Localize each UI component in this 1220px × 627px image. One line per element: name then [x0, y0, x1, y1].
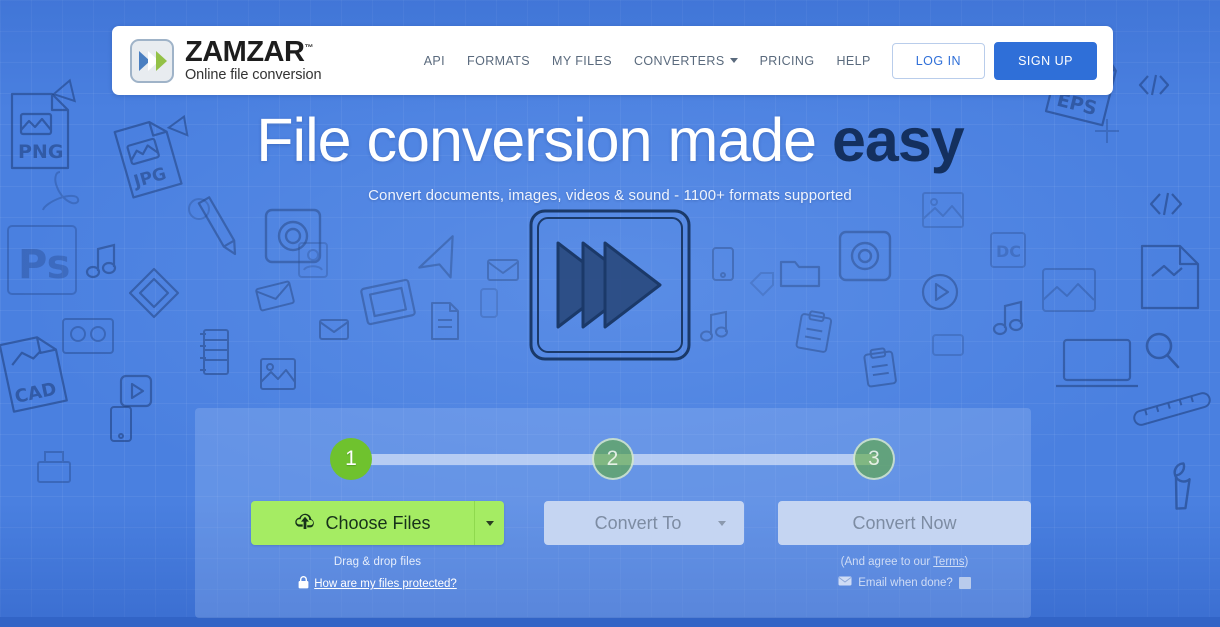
logo[interactable]: ZAMZAR™ Online file conversion — [130, 38, 322, 84]
terms-suffix: ) — [964, 556, 969, 568]
terms-prefix: (And agree to our — [840, 556, 934, 568]
nav-item-converters-label: CONVERTERS — [633, 53, 725, 68]
choose-files-button[interactable]: Choose Files — [251, 501, 474, 545]
hero-title-main: File conversion made — [256, 106, 832, 174]
sketch-play-triangles-icon — [525, 205, 695, 370]
convert-to-label: Convert To — [594, 512, 682, 533]
convert-now-column: Convert Now (And agree to our Terms) Ema… — [778, 501, 1031, 589]
nav-item-my-files[interactable]: MY FILES — [541, 46, 623, 76]
email-notify-checkbox[interactable] — [958, 576, 971, 589]
trademark-symbol: ™ — [304, 42, 314, 53]
hero-subtitle: Convert documents, images, videos & soun… — [368, 187, 852, 205]
choose-files-group: Choose Files — [251, 501, 504, 545]
convert-to-dropdown[interactable]: Convert To — [544, 501, 744, 545]
chevron-down-icon — [729, 57, 738, 63]
nav-item-formats[interactable]: FORMATS — [456, 46, 541, 76]
step-indicator-3[interactable]: 3 — [853, 438, 895, 480]
convert-to-column: Convert To — [544, 501, 744, 545]
convert-now-button[interactable]: Convert Now — [778, 501, 1031, 545]
login-button[interactable]: LOG IN — [891, 42, 986, 79]
email-notify-row: Email when done? — [838, 576, 971, 589]
page-title: File conversion made easy — [0, 106, 1220, 174]
caret-down-icon — [485, 520, 494, 526]
file-protection-row: How are my files protected? — [298, 576, 457, 592]
logo-wordmark-text: ZAMZAR — [185, 36, 305, 69]
logo-text: ZAMZAR™ Online file conversion — [185, 38, 322, 84]
converter-panel: 1 2 3 Choose Files Drag & drop files How… — [195, 408, 1031, 618]
hero-section: File conversion made easy Convert docume… — [0, 106, 1220, 204]
choose-files-column: Choose Files Drag & drop files How are m… — [226, 501, 529, 592]
lock-icon — [298, 576, 309, 592]
file-protection-link[interactable]: How are my files protected? — [314, 578, 457, 590]
nav-item-converters[interactable]: CONVERTERS — [623, 46, 749, 76]
main-navigation: API FORMATS MY FILES CONVERTERS PRICING … — [413, 41, 1097, 80]
step-indicator-2[interactable]: 2 — [591, 438, 634, 480]
choose-files-label: Choose Files — [325, 512, 431, 533]
nav-item-help[interactable]: HELP — [825, 46, 881, 76]
nav-item-api[interactable]: API — [413, 46, 456, 76]
envelope-icon — [838, 576, 852, 589]
signup-button[interactable]: SIGN UP — [994, 41, 1097, 80]
terms-link[interactable]: Terms — [933, 556, 964, 568]
step-indicator-1[interactable]: 1 — [330, 438, 372, 480]
drag-drop-hint: Drag & drop files — [333, 556, 422, 568]
converter-controls: Choose Files Drag & drop files How are m… — [195, 501, 1031, 592]
choose-files-dropdown-button[interactable] — [474, 501, 504, 545]
progress-steps: 1 2 3 — [330, 438, 895, 480]
terms-agreement: (And agree to our Terms) — [841, 556, 969, 568]
double-chevron-icon — [130, 38, 174, 83]
caret-down-icon — [718, 520, 726, 526]
cloud-upload-icon — [294, 512, 316, 535]
hero-title-accent: easy — [832, 106, 965, 174]
logo-wordmark: ZAMZAR™ — [185, 38, 313, 67]
site-header: ZAMZAR™ Online file conversion API FORMA… — [112, 26, 1113, 95]
nav-item-pricing[interactable]: PRICING — [749, 46, 826, 76]
background-bottom-band — [0, 617, 1220, 627]
logo-tagline: Online file conversion — [185, 67, 322, 84]
email-notify-label: Email when done? — [858, 576, 953, 589]
